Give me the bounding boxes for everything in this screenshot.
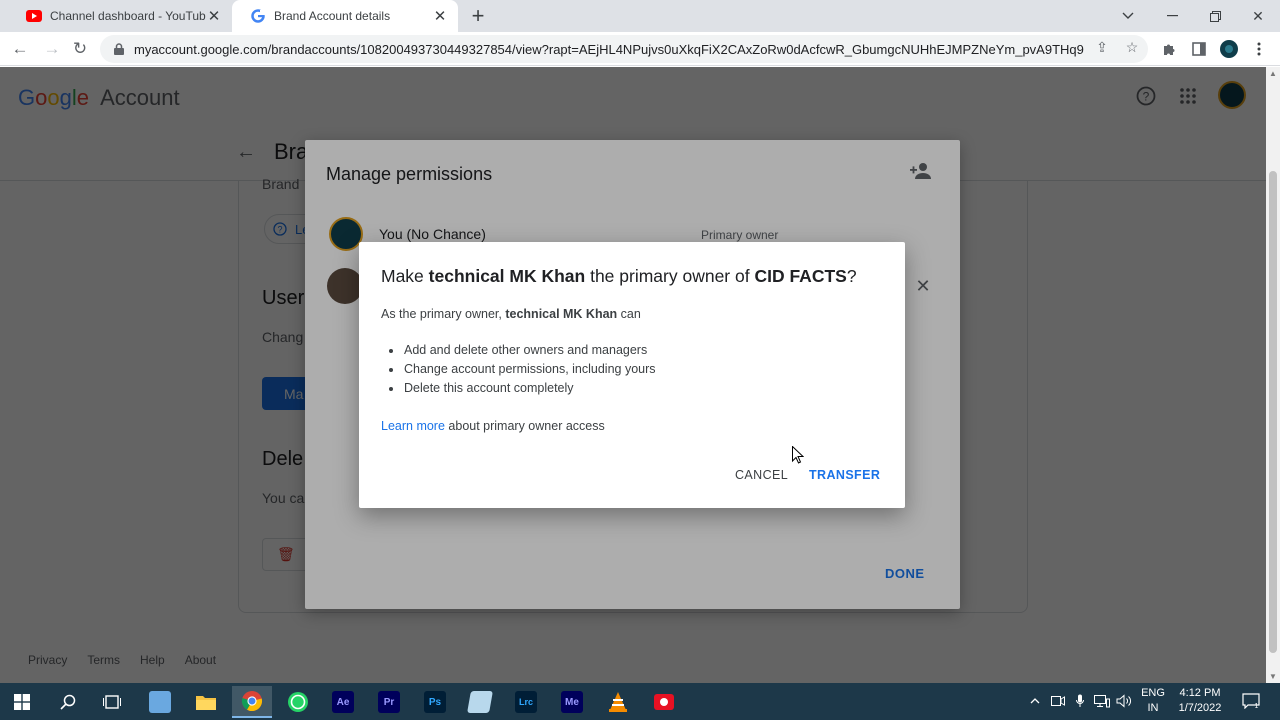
app-label: Me bbox=[561, 691, 583, 713]
app-label: Ps bbox=[424, 691, 446, 713]
tab-channel-dashboard[interactable]: Channel dashboard - YouTube St ✕ bbox=[8, 0, 232, 32]
close-tab-icon[interactable]: ✕ bbox=[432, 8, 448, 25]
list-item: Change account permissions, including yo… bbox=[381, 362, 656, 381]
scroll-up-arrow-icon[interactable]: ▲ bbox=[1269, 69, 1277, 78]
microphone-icon[interactable] bbox=[1072, 693, 1088, 709]
title-prefix: Make bbox=[381, 266, 429, 286]
youtube-icon bbox=[26, 8, 42, 24]
close-tab-icon[interactable]: ✕ bbox=[206, 8, 222, 25]
photoshop-icon[interactable]: Ps bbox=[415, 686, 455, 718]
premiere-icon[interactable]: Pr bbox=[369, 686, 409, 718]
svg-text:1: 1 bbox=[1255, 703, 1259, 709]
after-effects-icon[interactable]: Ae bbox=[323, 686, 363, 718]
language-indicator[interactable]: ENG IN bbox=[1141, 686, 1165, 716]
lock-icon bbox=[112, 42, 126, 56]
google-icon bbox=[250, 8, 266, 24]
tab-brand-account-details[interactable]: Brand Account details ✕ bbox=[232, 0, 458, 32]
start-icon[interactable] bbox=[2, 686, 42, 718]
lightroom-icon[interactable]: Lrc bbox=[506, 686, 546, 718]
title-new-owner: technical MK Khan bbox=[428, 266, 586, 286]
windows-taskbar: Ae Pr Ps Lrc Me bbox=[0, 683, 1280, 720]
cancel-button[interactable]: CANCEL bbox=[735, 468, 788, 482]
list-item: Add and delete other owners and managers bbox=[381, 343, 656, 362]
close-window-icon[interactable]: ✕ bbox=[1236, 0, 1280, 32]
learn-more-text: about primary owner access bbox=[444, 419, 605, 433]
language-region: IN bbox=[1147, 702, 1159, 714]
minimize-icon[interactable] bbox=[1150, 0, 1194, 32]
app-label: Pr bbox=[378, 691, 400, 713]
intro-prefix: As the primary owner, bbox=[381, 307, 506, 321]
network-icon[interactable] bbox=[1094, 693, 1110, 709]
title-middle: the primary owner of bbox=[585, 266, 755, 286]
task-view-icon[interactable] bbox=[92, 686, 132, 718]
scrollbar-thumb[interactable] bbox=[1269, 171, 1277, 653]
title-suffix: ? bbox=[846, 266, 857, 286]
tab-title: Brand Account details bbox=[274, 9, 391, 23]
title-account-name: CID FACTS bbox=[754, 266, 847, 286]
owner-abilities-list: Add and delete other owners and managers… bbox=[381, 343, 656, 400]
clock-time: 4:12 PM bbox=[1179, 687, 1221, 699]
transfer-intro: As the primary owner, technical MK Khan … bbox=[381, 307, 641, 321]
app-label: Ae bbox=[332, 691, 354, 713]
tab-search-chevron-icon[interactable] bbox=[1106, 0, 1150, 32]
url-text: myaccount.google.com/brandaccounts/10820… bbox=[134, 41, 1084, 57]
profile-avatar[interactable] bbox=[1218, 38, 1240, 60]
notepad-icon[interactable] bbox=[460, 686, 500, 718]
meet-now-icon[interactable] bbox=[1050, 693, 1066, 709]
restore-icon[interactable] bbox=[1193, 0, 1237, 32]
folder-icon[interactable] bbox=[186, 686, 226, 718]
media-encoder-icon[interactable]: Me bbox=[552, 686, 592, 718]
search-icon[interactable] bbox=[48, 686, 88, 718]
intro-suffix: can bbox=[617, 307, 641, 321]
learn-more-link[interactable]: Learn more bbox=[381, 419, 445, 433]
back-icon[interactable]: ← bbox=[8, 37, 32, 61]
reload-icon[interactable]: ↻ bbox=[68, 37, 92, 61]
list-item: Delete this account completely bbox=[381, 381, 656, 400]
language-code: ENG bbox=[1141, 687, 1165, 699]
bookmark-star-icon[interactable]: ☆ bbox=[1124, 39, 1140, 55]
extensions-puzzle-icon[interactable] bbox=[1158, 38, 1180, 60]
intro-owner-name: technical MK Khan bbox=[505, 307, 618, 321]
page-content: Google Account ? ← Bra Brand ? Le User C… bbox=[0, 67, 1266, 683]
share-icon[interactable]: ⇪ bbox=[1094, 39, 1110, 55]
system-clock[interactable]: 4:12 PM 1/7/2022 bbox=[1174, 686, 1226, 716]
transfer-ownership-dialog: Make technical MK Khan the primary owner… bbox=[359, 242, 905, 508]
forward-icon[interactable]: → bbox=[40, 37, 64, 61]
recorder-icon[interactable] bbox=[644, 686, 684, 718]
browser-tab-strip: Channel dashboard - YouTube St ✕ Brand A… bbox=[0, 0, 1280, 32]
clock-date: 1/7/2022 bbox=[1178, 702, 1222, 714]
scroll-down-arrow-icon[interactable]: ▼ bbox=[1269, 672, 1277, 681]
learn-more-line: Learn more about primary owner access bbox=[381, 419, 605, 433]
side-panel-icon[interactable] bbox=[1188, 38, 1210, 60]
browser-toolbar: ← → ↻ myaccount.google.com/brandaccounts… bbox=[0, 32, 1280, 66]
transfer-dialog-title: Make technical MK Khan the primary owner… bbox=[381, 266, 857, 287]
app-label: Lrc bbox=[515, 691, 537, 713]
file-icon[interactable] bbox=[140, 686, 180, 718]
mouse-cursor-icon bbox=[792, 445, 805, 464]
page-scrollbar[interactable]: ▲ ▼ bbox=[1266, 67, 1280, 683]
whatsapp-icon[interactable] bbox=[278, 686, 318, 718]
browser-menu-icon[interactable] bbox=[1248, 38, 1270, 60]
show-hidden-icons-chevron-icon[interactable] bbox=[1027, 693, 1043, 709]
tab-title: Channel dashboard - YouTube St bbox=[50, 9, 206, 23]
chrome-icon[interactable] bbox=[232, 686, 272, 718]
transfer-button[interactable]: TRANSFER bbox=[809, 468, 880, 482]
new-tab-plus-icon[interactable]: + bbox=[466, 3, 490, 28]
notifications-icon[interactable]: 1 bbox=[1242, 692, 1260, 710]
address-bar[interactable]: myaccount.google.com/brandaccounts/10820… bbox=[100, 35, 1148, 63]
vlc-icon[interactable] bbox=[598, 686, 638, 718]
volume-icon[interactable] bbox=[1116, 693, 1132, 709]
